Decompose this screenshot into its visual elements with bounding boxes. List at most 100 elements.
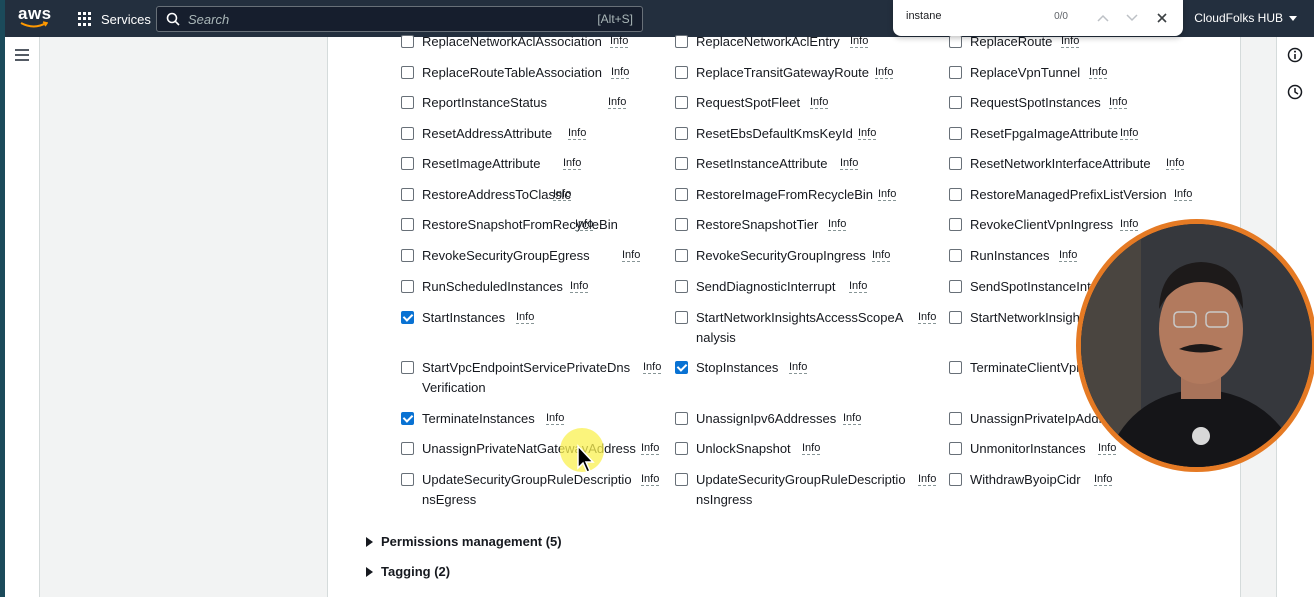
action-checkbox[interactable] [675, 280, 688, 293]
action-checkbox[interactable] [675, 412, 688, 425]
action-label[interactable]: RequestSpotFleet [696, 93, 800, 113]
action-label[interactable]: ResetFpgaImageAttribute [970, 124, 1118, 144]
action-label[interactable]: StopInstances [696, 358, 778, 378]
action-checkbox[interactable] [949, 361, 962, 374]
action-checkbox[interactable] [949, 249, 962, 262]
info-link[interactable]: Info [810, 96, 828, 108]
find-close-button[interactable] [1153, 9, 1171, 27]
find-next-button[interactable] [1123, 9, 1141, 27]
action-checkbox[interactable] [401, 280, 414, 293]
action-label[interactable]: RunScheduledInstances [422, 277, 563, 297]
action-checkbox[interactable] [949, 127, 962, 140]
action-checkbox[interactable] [949, 157, 962, 170]
action-label[interactable]: ReplaceTransitGatewayRoute [696, 63, 869, 83]
action-label[interactable]: ResetInstanceAttribute [696, 154, 828, 174]
action-label[interactable]: RestoreManagedPrefixListVersion [970, 185, 1167, 205]
action-label[interactable]: ReplaceRouteTableAssociation [422, 63, 602, 83]
info-link[interactable]: Info [546, 412, 564, 424]
action-checkbox[interactable] [675, 361, 688, 374]
info-link[interactable]: Info [641, 473, 659, 485]
action-checkbox[interactable] [949, 188, 962, 201]
info-link[interactable]: Info [1109, 96, 1127, 108]
action-label[interactable]: ReplaceVpnTunnel [970, 63, 1080, 83]
action-checkbox[interactable] [401, 188, 414, 201]
info-link[interactable]: Info [563, 157, 581, 169]
action-checkbox[interactable] [949, 311, 962, 324]
action-label[interactable]: RequestSpotInstances [970, 93, 1101, 113]
action-label[interactable]: RevokeClientVpnIngress [970, 215, 1113, 235]
action-label[interactable]: RevokeSecurityGroupEgress [422, 246, 590, 266]
action-label[interactable]: TerminateInstances [422, 409, 535, 429]
action-checkbox[interactable] [401, 96, 414, 109]
action-label[interactable]: StartNetworkInsigh [970, 308, 1080, 328]
info-link[interactable]: Info [1120, 127, 1138, 139]
info-link[interactable]: Info [610, 35, 628, 47]
action-checkbox[interactable] [949, 412, 962, 425]
action-label[interactable]: RestoreSnapshotTier [696, 215, 818, 235]
info-link[interactable]: Info [611, 66, 629, 78]
info-link[interactable]: Info [622, 249, 640, 261]
action-label[interactable]: StartVpcEndpointServicePrivateDns Verific… [422, 358, 630, 397]
search-bar[interactable]: [Alt+S] [156, 6, 643, 32]
action-label[interactable]: StartNetworkInsightsAccessScopeA nalysis [696, 308, 903, 347]
action-label[interactable]: ResetAddressAttribute [422, 124, 552, 144]
info-link[interactable]: Info [1094, 473, 1112, 485]
action-label[interactable]: TerminateClientVpn [970, 358, 1083, 378]
action-label[interactable]: UnassignPrivateIpAddr [970, 409, 1103, 429]
action-checkbox[interactable] [675, 473, 688, 486]
info-link[interactable]: Info [802, 442, 820, 454]
action-checkbox[interactable] [401, 249, 414, 262]
action-label[interactable]: RevokeSecurityGroupIngress [696, 246, 866, 266]
section-permissions-management[interactable]: Permissions management (5) [366, 534, 562, 549]
action-checkbox[interactable] [401, 218, 414, 231]
info-link[interactable]: Info [789, 361, 807, 373]
info-link[interactable]: Info [568, 127, 586, 139]
info-circle-icon[interactable] [1287, 47, 1303, 63]
section-tagging[interactable]: Tagging (2) [366, 564, 450, 579]
action-label[interactable]: UnlockSnapshot [696, 439, 791, 459]
info-link[interactable]: Info [918, 311, 936, 323]
action-checkbox[interactable] [949, 442, 962, 455]
hamburger-menu-icon[interactable] [15, 49, 29, 61]
find-input[interactable] [906, 10, 1026, 22]
find-previous-button[interactable] [1094, 9, 1112, 27]
settings-clock-icon[interactable] [1287, 84, 1303, 100]
action-checkbox[interactable] [675, 157, 688, 170]
action-checkbox[interactable] [675, 442, 688, 455]
info-link[interactable]: Info [875, 66, 893, 78]
services-menu-button[interactable]: Services [78, 9, 151, 29]
action-checkbox[interactable] [949, 280, 962, 293]
info-link[interactable]: Info [850, 35, 868, 47]
info-link[interactable]: Info [849, 280, 867, 292]
action-label[interactable]: SendSpotInstanceInte [970, 277, 1098, 297]
action-label[interactable]: WithdrawByoipCidr [970, 470, 1081, 490]
action-checkbox[interactable] [675, 96, 688, 109]
info-link[interactable]: Info [872, 249, 890, 261]
action-checkbox[interactable] [675, 66, 688, 79]
action-checkbox[interactable] [675, 218, 688, 231]
aws-logo[interactable]: aws [18, 5, 51, 31]
action-checkbox[interactable] [401, 412, 414, 425]
info-link[interactable]: Info [1059, 249, 1077, 261]
info-link[interactable]: Info [1166, 157, 1184, 169]
action-label[interactable]: ReportInstanceStatus [422, 93, 547, 113]
action-label[interactable]: UnassignIpv6Addresses [696, 409, 836, 429]
info-link[interactable]: Info [843, 412, 861, 424]
action-label[interactable]: RestoreAddressToClassic [422, 185, 571, 205]
action-checkbox[interactable] [949, 96, 962, 109]
info-link[interactable]: Info [1061, 35, 1079, 47]
account-menu-button[interactable]: CloudFolks HUB [1194, 11, 1297, 25]
action-checkbox[interactable] [675, 35, 688, 48]
info-link[interactable]: Info [641, 442, 659, 454]
info-link[interactable]: Info [608, 96, 626, 108]
info-link[interactable]: Info [1089, 66, 1107, 78]
action-label[interactable]: UpdateSecurityGroupRuleDescriptio nsIngre… [696, 470, 906, 509]
action-label[interactable]: UnmonitorInstances [970, 439, 1086, 459]
action-checkbox[interactable] [949, 473, 962, 486]
action-checkbox[interactable] [949, 218, 962, 231]
info-link[interactable]: Info [570, 280, 588, 292]
search-input[interactable] [188, 11, 598, 27]
action-checkbox[interactable] [675, 188, 688, 201]
action-label[interactable]: StartInstances [422, 308, 505, 328]
action-label[interactable]: ReplaceNetworkAclAssociation [422, 32, 602, 52]
